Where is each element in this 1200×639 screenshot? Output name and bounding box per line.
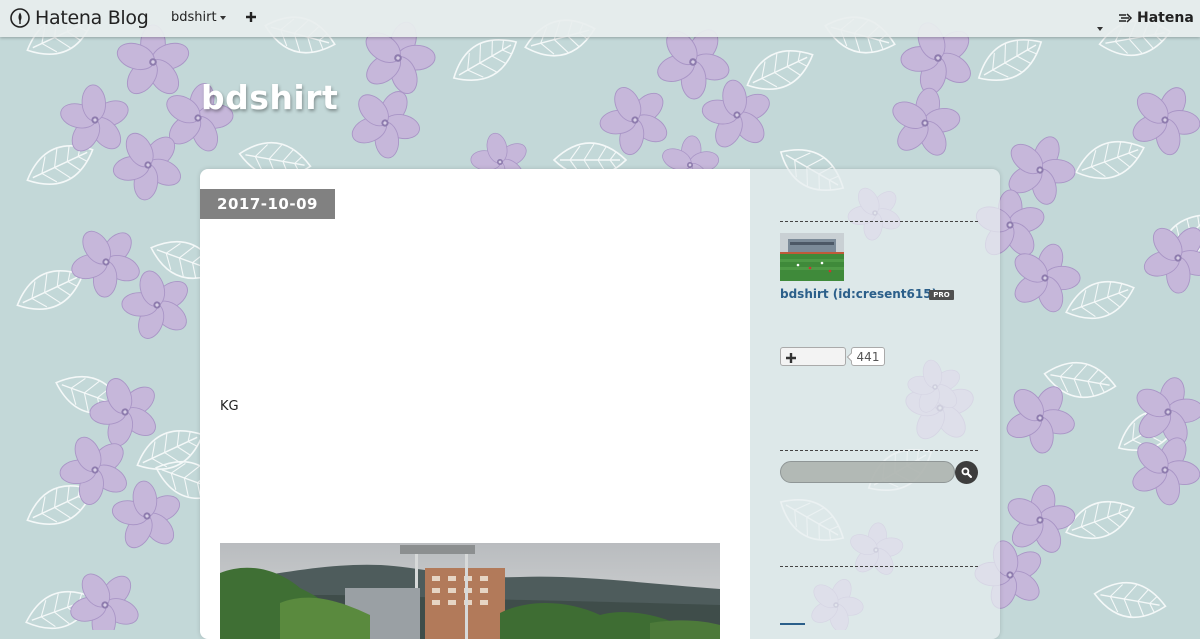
- profile-thumbnail[interactable]: [780, 233, 844, 281]
- soccer-field-photo: [780, 233, 844, 281]
- pro-badge: PRO: [929, 290, 954, 300]
- sidebar-divider: [780, 221, 978, 222]
- blog-menu-label: bdshirt: [171, 10, 217, 25]
- flower-decoration: [334, 73, 436, 173]
- search-icon: [961, 467, 972, 478]
- flower-decoration: [989, 368, 1091, 468]
- plus-icon: [246, 12, 256, 22]
- user-menu-dropdown[interactable]: [1094, 16, 1103, 35]
- top-navbar: Hatena Blog bdshirt Hatena: [0, 0, 1200, 37]
- stadium-with-mountains-photo: [220, 543, 720, 639]
- flower-decoration: [1127, 207, 1200, 309]
- leaf-decoration: [444, 26, 526, 94]
- hatena-link[interactable]: Hatena: [1118, 10, 1194, 26]
- follow-button[interactable]: [780, 347, 846, 366]
- entry-date[interactable]: 2017-10-09: [200, 189, 335, 219]
- entry-photo[interactable]: [220, 543, 720, 639]
- leaf-decoration: [1090, 576, 1170, 624]
- sidebar-link[interactable]: [780, 623, 805, 625]
- caret-down-icon: [219, 15, 226, 20]
- blog-menu-dropdown[interactable]: bdshirt: [171, 10, 226, 25]
- hatena-blog-logo-icon: [10, 8, 30, 28]
- profile-name[interactable]: bdshirt (id:cresent615): [780, 287, 937, 301]
- main-content: 2017-10-09 KG: [200, 169, 750, 639]
- content-wrapper: 2017-10-09 KG bdshirt (id:cresent615) PR…: [200, 169, 1000, 639]
- add-entry-button[interactable]: [245, 8, 257, 28]
- search-input[interactable]: [780, 461, 955, 483]
- sidebar-divider: [780, 566, 978, 567]
- entry-text: KG: [220, 399, 239, 414]
- sidebar-divider: [780, 450, 978, 451]
- plus-icon: [786, 348, 796, 366]
- leaf-decoration: [969, 26, 1051, 94]
- search-button[interactable]: [955, 461, 978, 484]
- follower-count: 441: [851, 347, 885, 366]
- hatena-blog-logo-text: Hatena Blog: [35, 7, 149, 29]
- flower-decoration: [882, 82, 968, 165]
- hatena-blog-home-link[interactable]: Hatena Blog: [10, 6, 149, 30]
- leaf-decoration: [739, 38, 821, 102]
- blog-title[interactable]: bdshirt: [201, 78, 338, 117]
- sidebar: bdshirt (id:cresent615) PRO 441: [750, 169, 1000, 639]
- hatena-label: Hatena: [1137, 10, 1194, 26]
- caret-down-icon: [1097, 27, 1103, 31]
- hatena-logo-icon: [1119, 13, 1133, 23]
- flower-decoration: [1115, 421, 1200, 519]
